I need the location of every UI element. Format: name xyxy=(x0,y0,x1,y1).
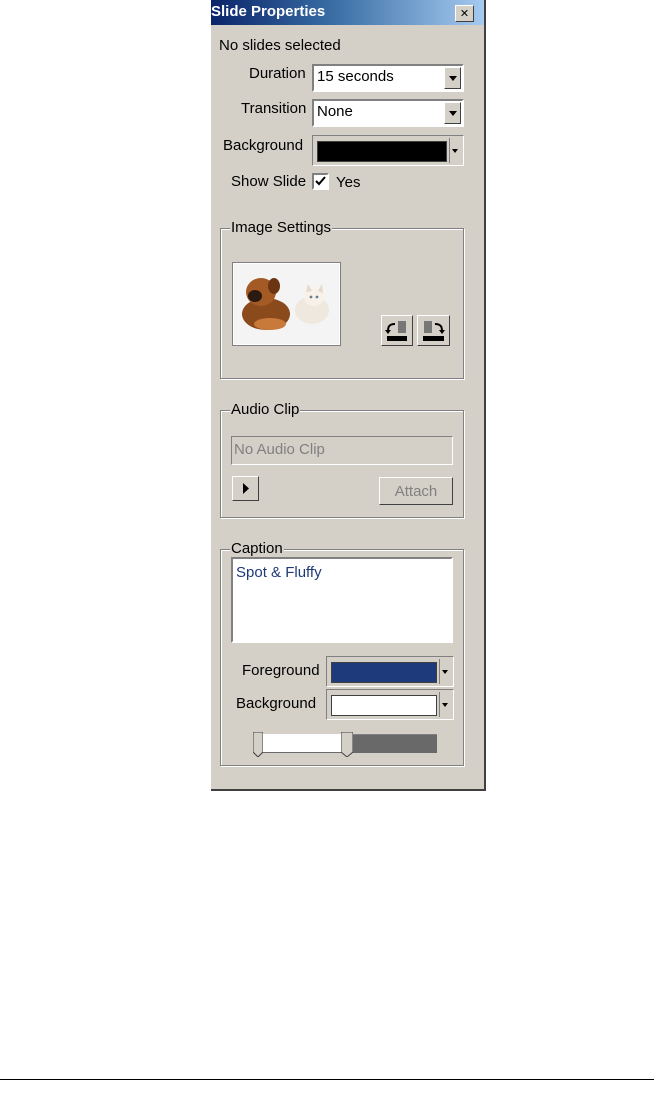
title-bar[interactable]: Slide Properties ✕ xyxy=(211,0,484,25)
caption-text: Spot & Fluffy xyxy=(236,564,322,581)
attach-label: Attach xyxy=(394,483,438,500)
caption-textarea[interactable]: Spot & Fluffy xyxy=(231,557,453,643)
transition-select[interactable]: None xyxy=(312,99,464,127)
slider-fill xyxy=(256,734,347,752)
slider-left-handle[interactable] xyxy=(252,731,264,758)
attach-button[interactable]: Attach xyxy=(379,477,453,505)
caption-foreground-picker[interactable] xyxy=(326,656,454,687)
duration-select[interactable]: 15 seconds xyxy=(312,64,464,92)
transition-value: None xyxy=(317,103,353,120)
caption-foreground-label: Foreground xyxy=(242,662,320,679)
chevron-down-icon[interactable] xyxy=(444,67,461,89)
audio-clip-field: No Audio Clip xyxy=(231,436,453,465)
rotate-left-button[interactable] xyxy=(381,315,413,346)
selection-status: No slides selected xyxy=(219,37,341,54)
close-icon: ✕ xyxy=(459,8,470,20)
play-icon xyxy=(243,483,249,494)
dog-and-cat-photo-icon xyxy=(234,264,339,344)
window-title: Slide Properties xyxy=(211,3,326,20)
image-thumbnail[interactable] xyxy=(232,262,341,346)
chevron-down-icon[interactable] xyxy=(439,659,452,684)
background-color-swatch xyxy=(317,141,447,162)
caption-foreground-swatch xyxy=(331,662,437,683)
chevron-down-icon[interactable] xyxy=(449,138,462,163)
show-slide-label: Show Slide xyxy=(231,173,307,190)
checkmark-icon xyxy=(315,176,326,186)
play-button[interactable] xyxy=(232,476,259,501)
show-slide-checkbox[interactable] xyxy=(312,173,329,190)
divider xyxy=(484,40,485,41)
audio-clip-value: No Audio Clip xyxy=(234,441,325,458)
transition-label: Transition xyxy=(241,100,307,117)
duration-value: 15 seconds xyxy=(317,68,394,85)
chevron-down-icon[interactable] xyxy=(439,692,452,717)
slider-handle-icon xyxy=(252,731,264,758)
background-label: Background xyxy=(223,137,304,154)
rotate-left-icon xyxy=(385,321,407,341)
caption-opacity-slider[interactable] xyxy=(252,731,437,758)
rotate-right-icon xyxy=(423,321,445,341)
slide-properties-window: Slide Properties ✕ No slides selected Du… xyxy=(211,0,486,791)
slider-thumb[interactable] xyxy=(340,731,354,758)
close-button[interactable]: ✕ xyxy=(455,5,474,22)
page-bottom-rule xyxy=(0,1079,654,1080)
background-color-picker[interactable] xyxy=(312,135,464,166)
caption-background-swatch xyxy=(331,695,437,716)
audio-clip-legend: Audio Clip xyxy=(230,401,301,418)
image-settings-legend: Image Settings xyxy=(230,219,333,236)
caption-background-label: Background xyxy=(236,695,317,712)
duration-label: Duration xyxy=(249,65,306,82)
caption-background-picker[interactable] xyxy=(326,689,454,720)
caption-legend: Caption xyxy=(230,540,284,557)
slider-handle-icon xyxy=(340,731,354,758)
rotate-right-button[interactable] xyxy=(417,315,450,346)
chevron-down-icon[interactable] xyxy=(444,102,461,124)
show-slide-option-label: Yes xyxy=(336,174,361,191)
